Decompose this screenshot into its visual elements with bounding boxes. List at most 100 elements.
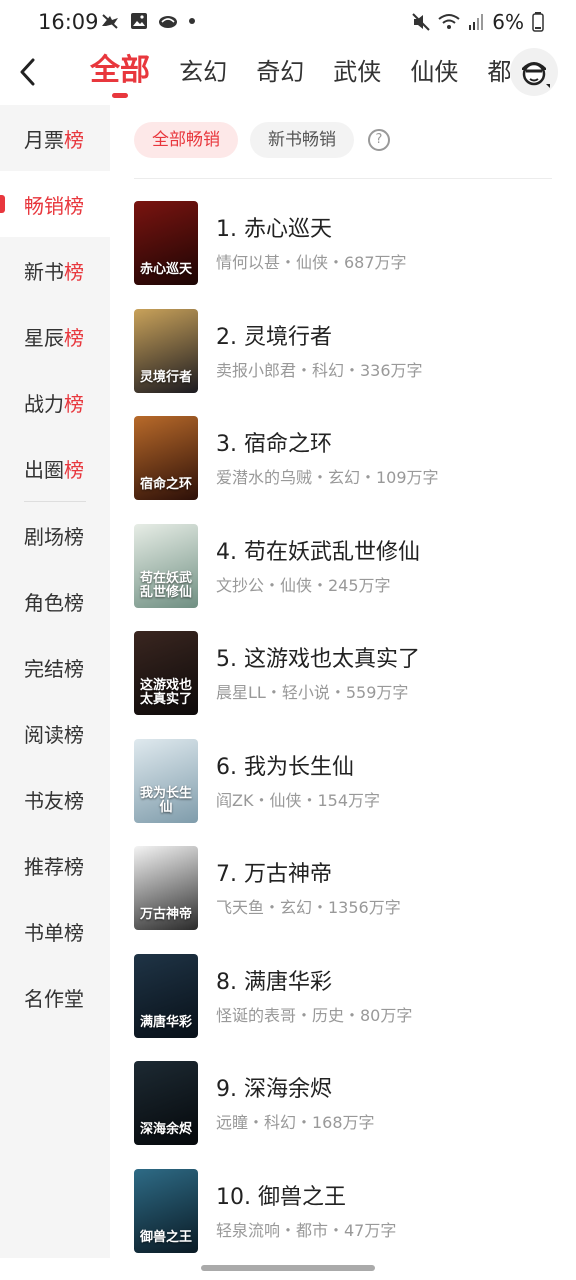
sidebar-item-label: 书单榜 <box>24 920 84 945</box>
image-icon <box>131 13 147 29</box>
cover-title: 宿命之环 <box>139 477 192 492</box>
book-meta: 怪诞的表哥・历史・80万字 <box>216 1005 413 1025</box>
cover-title: 万古神帝 <box>139 907 192 922</box>
book-item[interactable]: 苟在妖武乱世修仙 4. 苟在妖武乱世修仙 文抄公・仙侠・245万字 <box>134 523 552 632</box>
book-cover: 我为长生仙 <box>134 738 198 823</box>
chevron-left-icon <box>20 58 35 86</box>
book-cover: 万古神帝 <box>134 846 198 930</box>
sidebar-item-yuepiao[interactable]: 月票榜 <box>0 105 110 171</box>
notification-icons <box>100 12 196 30</box>
book-item[interactable]: 万古神帝 7. 万古神帝 飞天鱼・玄幻・1356万字 <box>134 846 552 954</box>
book-cover: 苟在妖武乱世修仙 <box>134 523 198 608</box>
sidebar-item-juese[interactable]: 角色榜 <box>0 568 110 634</box>
book-meta: 文抄公・仙侠・245万字 <box>216 575 391 595</box>
cover-title: 御兽之王 <box>139 1229 192 1245</box>
book-meta: 远瞳・科幻・168万字 <box>216 1113 375 1132</box>
help-icon[interactable]: ? <box>368 129 390 151</box>
category-tabs: 全部 玄幻 奇幻 武侠 仙侠 都 <box>80 48 510 104</box>
book-list: 赤心巡天 1. 赤心巡天 情何以甚・仙侠・687万字 灵境行者 2. 灵境行者 … <box>134 201 552 1276</box>
sidebar-item-mingzuo[interactable]: 名作堂 <box>0 964 110 1030</box>
bird-icon <box>102 14 118 29</box>
book-item[interactable]: 满唐华彩 8. 满唐华彩 怪诞的表哥・历史・80万字 <box>134 953 552 1062</box>
sidebar-item-label: 月票 <box>24 127 64 152</box>
book-title: 10. 御兽之王 <box>216 1184 346 1210</box>
book-item[interactable]: 深海余烬 9. 深海余烬 远瞳・科幻・168万字 <box>134 1061 552 1169</box>
filter-new-bestsellers[interactable]: 新书畅销 <box>250 122 354 158</box>
tab-all[interactable]: 全部 <box>90 48 150 98</box>
sidebar-item-label-suffix: 榜 <box>64 259 84 284</box>
book-title: 6. 我为长生仙 <box>216 754 354 780</box>
book-cover: 灵境行者 <box>134 308 198 393</box>
signal-icon <box>469 14 484 30</box>
book-title: 3. 宿命之环 <box>216 432 332 457</box>
sidebar-item-label-suffix: 榜 <box>64 325 84 350</box>
system-icons: 6% <box>412 10 544 34</box>
sidebar-item-xingchen[interactable]: 星辰榜 <box>0 303 110 369</box>
tab-qihuan[interactable]: 奇幻 <box>256 49 304 95</box>
sidebar-item-label: 畅销 <box>24 193 64 218</box>
avatar-button[interactable] <box>510 48 558 96</box>
back-button[interactable] <box>10 54 46 90</box>
dot-icon <box>189 18 195 24</box>
ranking-content: 全部畅销 新书畅销 ? 赤心巡天 1. 赤心巡天 情何以甚・仙侠・687万字 灵… <box>110 105 576 1258</box>
filter-all-bestsellers[interactable]: 全部畅销 <box>134 122 238 158</box>
book-title: 2. 灵境行者 <box>216 324 332 350</box>
sidebar-item-label: 星辰 <box>24 325 64 350</box>
cover-title: 苟在妖武乱世修仙 <box>139 570 192 600</box>
book-item[interactable]: 灵境行者 2. 灵境行者 卖报小郎君・科幻・336万字 <box>134 308 552 417</box>
book-title: 8. 满唐华彩 <box>216 969 332 995</box>
cloud-icon <box>159 16 177 28</box>
gesture-bar[interactable] <box>201 1265 375 1271</box>
book-title: 7. 万古神帝 <box>216 862 332 887</box>
sidebar-item-wanjie[interactable]: 完结榜 <box>0 634 110 700</box>
sidebar-item-label-suffix: 榜 <box>64 193 84 218</box>
book-item[interactable]: 御兽之王 10. 御兽之王 轻泉流响・都市・47万字 <box>134 1168 552 1277</box>
status-time: 16:09 <box>38 10 99 34</box>
book-meta: 晨星LL・轻小说・559万字 <box>216 683 409 702</box>
category-header: 全部 玄幻 奇幻 武侠 仙侠 都 <box>0 48 576 104</box>
book-item[interactable]: 这游戏也太真实了 5. 这游戏也太真实了 晨星LL・轻小说・559万字 <box>134 631 552 739</box>
sidebar-item-changxiao[interactable]: 畅销榜 <box>0 171 110 237</box>
sidebar-item-label: 阅读榜 <box>24 722 84 747</box>
sidebar-item-shuyou[interactable]: 书友榜 <box>0 766 110 832</box>
tab-xianxia[interactable]: 仙侠 <box>410 49 458 95</box>
sidebar-item-zhanli[interactable]: 战力榜 <box>0 369 110 435</box>
book-meta: 飞天鱼・玄幻・1356万字 <box>216 898 401 917</box>
book-cover: 宿命之环 <box>134 416 198 500</box>
cover-title: 我为长生仙 <box>139 785 192 815</box>
tab-dushi[interactable]: 都 <box>487 49 510 95</box>
sidebar-item-xinshu[interactable]: 新书榜 <box>0 237 110 303</box>
book-title: 5. 这游戏也太真实了 <box>216 647 420 672</box>
book-title: 1. 赤心巡天 <box>216 217 332 242</box>
sidebar-item-tuijian[interactable]: 推荐榜 <box>0 832 110 898</box>
book-meta: 情何以甚・仙侠・687万字 <box>216 253 407 272</box>
ranking-sidebar: 月票榜 畅销榜 新书榜 星辰榜 战力榜 出圈榜 剧场榜 角色榜 完结榜 阅读榜 … <box>0 105 110 1258</box>
book-meta: 阎ZK・仙侠・154万字 <box>216 790 380 810</box>
battery-icon <box>532 12 544 32</box>
book-item[interactable]: 宿命之环 3. 宿命之环 爱潜水的乌贼・玄幻・109万字 <box>134 416 552 524</box>
book-item[interactable]: 赤心巡天 1. 赤心巡天 情何以甚・仙侠・687万字 <box>134 201 552 309</box>
cover-title: 这游戏也太真实了 <box>139 678 192 707</box>
book-cover: 深海余烬 <box>134 1061 198 1145</box>
sidebar-item-shudan[interactable]: 书单榜 <box>0 898 110 964</box>
sidebar-item-label-suffix: 榜 <box>64 127 84 152</box>
book-meta: 爱潜水的乌贼・玄幻・109万字 <box>216 468 439 487</box>
book-cover: 这游戏也太真实了 <box>134 631 198 715</box>
sidebar-item-label-suffix: 榜 <box>64 457 84 482</box>
book-title: 9. 深海余烬 <box>216 1077 332 1102</box>
sidebar-item-yuedu[interactable]: 阅读榜 <box>0 700 110 766</box>
book-title: 4. 苟在妖武乱世修仙 <box>216 539 420 565</box>
sidebar-item-label: 名作堂 <box>24 986 84 1011</box>
sidebar-item-label-suffix: 榜 <box>64 391 84 416</box>
tab-wuxia[interactable]: 武侠 <box>333 49 381 95</box>
book-item[interactable]: 我为长生仙 6. 我为长生仙 阎ZK・仙侠・154万字 <box>134 738 552 847</box>
sidebar-item-label: 角色榜 <box>24 590 84 615</box>
sidebar-item-juchang[interactable]: 剧场榜 <box>0 502 110 568</box>
content-divider <box>134 178 552 179</box>
sidebar-item-label: 完结榜 <box>24 656 84 681</box>
sidebar-item-chuquan[interactable]: 出圈榜 <box>0 435 110 501</box>
user-avatar-icon <box>522 62 550 88</box>
book-cover: 御兽之王 <box>134 1168 198 1253</box>
sidebar-item-label: 出圈 <box>24 457 64 482</box>
tab-xuanhuan[interactable]: 玄幻 <box>179 49 227 95</box>
